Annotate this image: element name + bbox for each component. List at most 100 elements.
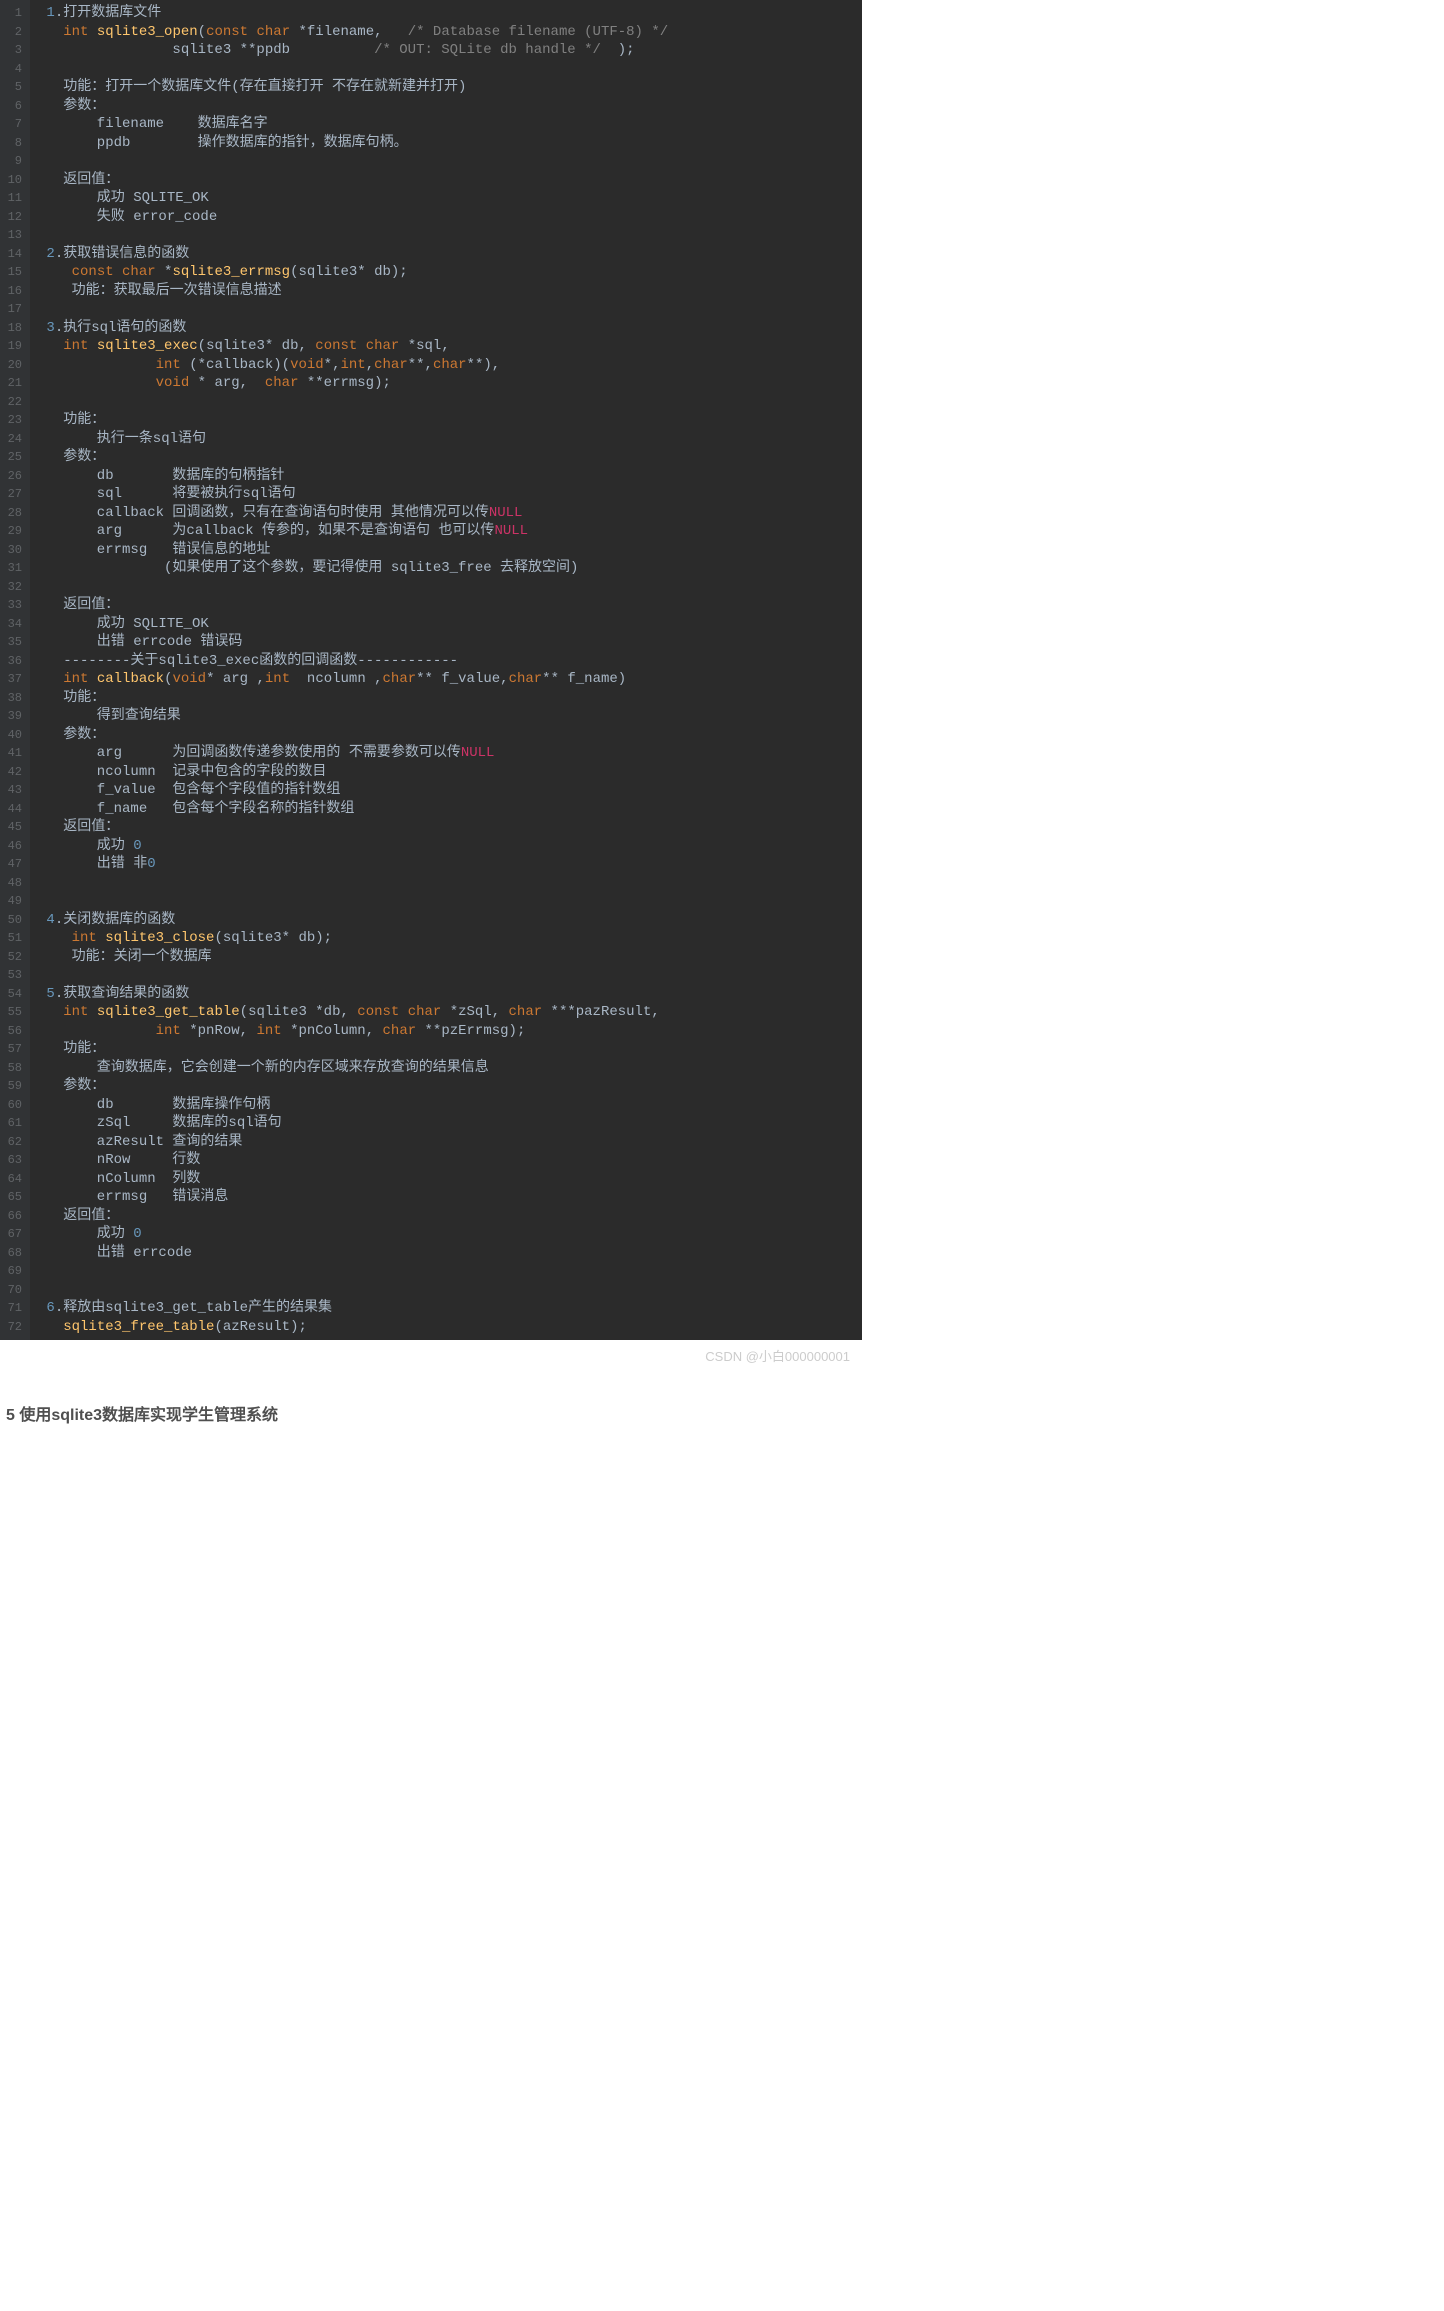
line-number: 24 xyxy=(4,430,22,449)
line-number: 12 xyxy=(4,208,22,227)
watermark-text: CSDN @小白000000001 xyxy=(0,1340,862,1371)
line-number: 34 xyxy=(4,615,22,634)
line-number: 43 xyxy=(4,781,22,800)
code-line: void * arg, char **errmsg); xyxy=(38,374,862,393)
line-number: 49 xyxy=(4,892,22,911)
code-line: callback 回调函数，只有在查询语句时使用 其他情况可以传NULL xyxy=(38,504,862,523)
line-number: 22 xyxy=(4,393,22,412)
line-number: 58 xyxy=(4,1059,22,1078)
code-line: int (*callback)(void*,int,char**,char**)… xyxy=(38,356,862,375)
line-number: 26 xyxy=(4,467,22,486)
code-line: 成功 0 xyxy=(38,1225,862,1244)
line-number: 13 xyxy=(4,226,22,245)
line-number: 59 xyxy=(4,1077,22,1096)
line-number: 25 xyxy=(4,448,22,467)
code-line: 2.获取错误信息的函数 xyxy=(38,245,862,264)
code-line: 3.执行sql语句的函数 xyxy=(38,319,862,338)
line-number: 2 xyxy=(4,23,22,42)
code-line xyxy=(38,578,862,597)
line-number: 1 xyxy=(4,4,22,23)
line-number: 54 xyxy=(4,985,22,1004)
line-number: 5 xyxy=(4,78,22,97)
line-number: 71 xyxy=(4,1299,22,1318)
code-line: db 数据库的句柄指针 xyxy=(38,467,862,486)
line-number: 63 xyxy=(4,1151,22,1170)
code-line xyxy=(38,226,862,245)
line-number: 69 xyxy=(4,1262,22,1281)
line-number: 33 xyxy=(4,596,22,615)
code-line: f_value 包含每个字段值的指针数组 xyxy=(38,781,862,800)
code-line: errmsg 错误信息的地址 xyxy=(38,541,862,560)
line-number: 53 xyxy=(4,966,22,985)
line-number: 72 xyxy=(4,1318,22,1337)
code-line: filename 数据库名字 xyxy=(38,115,862,134)
code-line: const char *sqlite3_errmsg(sqlite3* db); xyxy=(38,263,862,282)
code-line: nColumn 列数 xyxy=(38,1170,862,1189)
line-number: 62 xyxy=(4,1133,22,1152)
line-number: 27 xyxy=(4,485,22,504)
line-number: 45 xyxy=(4,818,22,837)
line-number: 42 xyxy=(4,763,22,782)
code-line: zSql 数据库的sql语句 xyxy=(38,1114,862,1133)
code-line xyxy=(38,60,862,79)
code-line: ncolumn 记录中包含的字段的数目 xyxy=(38,763,862,782)
line-number: 30 xyxy=(4,541,22,560)
line-number: 50 xyxy=(4,911,22,930)
code-line: 成功 0 xyxy=(38,837,862,856)
line-number: 28 xyxy=(4,504,22,523)
line-number: 37 xyxy=(4,670,22,689)
line-number: 18 xyxy=(4,319,22,338)
line-number: 32 xyxy=(4,578,22,597)
code-line: 出错 非0 xyxy=(38,855,862,874)
code-line: 出错 errcode 错误码 xyxy=(38,633,862,652)
code-line: f_name 包含每个字段名称的指针数组 xyxy=(38,800,862,819)
line-number: 17 xyxy=(4,300,22,319)
code-line xyxy=(38,966,862,985)
line-number: 48 xyxy=(4,874,22,893)
line-number: 46 xyxy=(4,837,22,856)
line-number: 51 xyxy=(4,929,22,948)
code-line: 失败 error_code xyxy=(38,208,862,227)
line-number: 70 xyxy=(4,1281,22,1300)
line-number: 31 xyxy=(4,559,22,578)
code-editor[interactable]: 1234567891011121314151617181920212223242… xyxy=(0,0,862,1340)
code-line: 功能：获取最后一次错误信息描述 xyxy=(38,282,862,301)
line-number: 44 xyxy=(4,800,22,819)
line-number: 56 xyxy=(4,1022,22,1041)
code-line xyxy=(38,393,862,412)
line-number: 65 xyxy=(4,1188,22,1207)
code-line: nRow 行数 xyxy=(38,1151,862,1170)
code-line: 出错 errcode xyxy=(38,1244,862,1263)
line-number: 68 xyxy=(4,1244,22,1263)
line-number: 41 xyxy=(4,744,22,763)
code-line: 成功 SQLITE_OK xyxy=(38,189,862,208)
line-number: 3 xyxy=(4,41,22,60)
code-line: 返回值： xyxy=(38,596,862,615)
line-number: 4 xyxy=(4,60,22,79)
line-number: 61 xyxy=(4,1114,22,1133)
line-number: 47 xyxy=(4,855,22,874)
line-number: 55 xyxy=(4,1003,22,1022)
code-line: 4.关闭数据库的函数 xyxy=(38,911,862,930)
code-line: 功能： xyxy=(38,689,862,708)
line-number: 36 xyxy=(4,652,22,671)
code-content[interactable]: 1.打开数据库文件 int sqlite3_open(const char *f… xyxy=(30,0,862,1340)
code-line: 查询数据库，它会创建一个新的内存区域来存放查询的结果信息 xyxy=(38,1059,862,1078)
line-number: 15 xyxy=(4,263,22,282)
code-line: 功能：关闭一个数据库 xyxy=(38,948,862,967)
code-line xyxy=(38,892,862,911)
code-line: sql 将要被执行sql语句 xyxy=(38,485,862,504)
code-line xyxy=(38,152,862,171)
code-line: 得到查询结果 xyxy=(38,707,862,726)
code-line: 功能：打开一个数据库文件(存在直接打开 不存在就新建并打开) xyxy=(38,78,862,97)
code-line: arg 为回调函数传递参数使用的 不需要参数可以传NULL xyxy=(38,744,862,763)
line-number: 16 xyxy=(4,282,22,301)
code-line: 参数： xyxy=(38,1077,862,1096)
code-line: int sqlite3_exec(sqlite3* db, const char… xyxy=(38,337,862,356)
code-line: arg 为callback 传参的，如果不是查询语句 也可以传NULL xyxy=(38,522,862,541)
code-line: 返回值： xyxy=(38,818,862,837)
code-line: ppdb 操作数据库的指针，数据库句柄。 xyxy=(38,134,862,153)
code-line xyxy=(38,1262,862,1281)
line-number: 52 xyxy=(4,948,22,967)
code-line: 参数： xyxy=(38,448,862,467)
